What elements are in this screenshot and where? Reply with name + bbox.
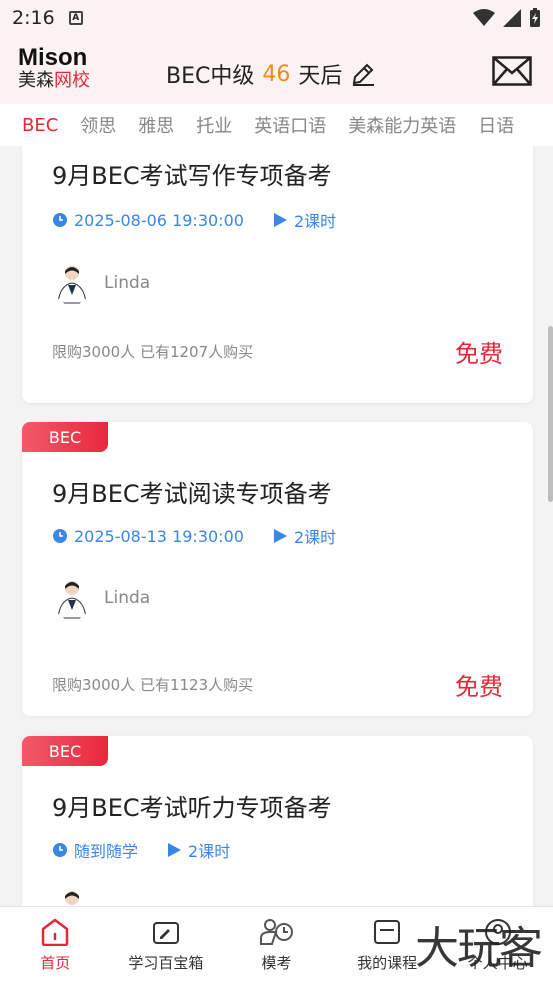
teacher-name: Linda — [104, 273, 151, 293]
mock-exam-icon — [260, 919, 294, 945]
clock-icon — [53, 843, 67, 857]
tab-toeic[interactable]: 托业 — [196, 112, 232, 138]
course-card[interactable]: 9月BEC考试写作专项备考 2025-08-06 19:30:00 2课时 Li… — [22, 146, 533, 403]
tab-linguaskill[interactable]: 领思 — [80, 112, 116, 138]
teacher-avatar — [65, 891, 79, 905]
play-icon — [273, 213, 287, 227]
nav-label: 学习百宝箱 — [128, 954, 204, 972]
category-tabs: BEC 领思 雅思 托业 英语口语 美森能力英语 日语 — [0, 104, 553, 146]
course-card[interactable]: BEC 9月BEC考试阅读专项备考 2025-08-13 19:30:00 2课… — [22, 422, 533, 716]
watermark-logo: 大玩客 — [415, 923, 543, 974]
home-icon — [42, 918, 69, 946]
course-list: 9月BEC考试写作专项备考 2025-08-06 19:30:00 2课时 Li… — [0, 146, 553, 906]
wifi-icon — [473, 9, 495, 26]
days-remaining: 46 — [262, 61, 291, 87]
teacher-name: Linda — [104, 588, 151, 608]
purchase-limit: 限购3000人 已有1207人购买 — [52, 343, 254, 361]
nav-label: 模考 — [261, 954, 292, 972]
play-icon — [168, 843, 182, 857]
edit-icon[interactable] — [350, 61, 376, 87]
mison-logo: Mison 美森网校 — [18, 46, 108, 96]
toolbox-icon — [152, 922, 179, 944]
course-card[interactable]: BEC 9月BEC考试听力专项备考 随到随学 2课时 — [22, 736, 533, 906]
exam-countdown[interactable]: BEC中级 46 天后 — [166, 58, 376, 90]
my-course-icon — [374, 920, 401, 944]
play-icon — [273, 529, 287, 543]
notification-a-icon: A — [68, 11, 83, 25]
course-duration: 2课时 — [293, 528, 337, 547]
signal-icon — [503, 9, 521, 27]
teacher-avatar — [57, 581, 87, 619]
nav-label: 首页 — [40, 954, 71, 972]
course-time: 2025-08-06 19:30:00 — [74, 210, 244, 230]
tab-mison-english[interactable]: 美森能力英语 — [348, 112, 456, 138]
course-title: 9月BEC考试阅读专项备考 — [52, 480, 332, 508]
app-header: Mison 美森网校 BEC中级 46 天后 — [0, 36, 553, 104]
status-time: 2:16 — [12, 7, 55, 29]
tab-spoken-english[interactable]: 英语口语 — [254, 112, 326, 138]
nav-home[interactable]: 首页 — [0, 907, 111, 984]
status-bar: 2:16 A — [0, 0, 553, 36]
category-tag: BEC — [22, 422, 108, 452]
tab-japanese[interactable]: 日语 — [478, 112, 514, 138]
tab-ielts[interactable]: 雅思 — [138, 112, 174, 138]
nav-mock-exam[interactable]: 模考 — [221, 907, 332, 984]
nav-toolbox[interactable]: 学习百宝箱 — [111, 907, 222, 984]
nav-label: 我的课程 — [357, 954, 418, 972]
course-duration: 2课时 — [293, 212, 337, 231]
mail-icon[interactable] — [492, 56, 532, 86]
tab-bec[interactable]: BEC — [22, 115, 58, 136]
course-duration: 2课时 — [188, 842, 231, 861]
course-price: 免费 — [455, 340, 503, 368]
logo-text-a: 美森 — [18, 70, 54, 91]
clock-icon — [53, 213, 67, 227]
category-tag: BEC — [22, 736, 108, 766]
course-title: 9月BEC考试听力专项备考 — [52, 794, 332, 822]
battery-icon — [530, 8, 540, 27]
teacher-avatar — [57, 266, 87, 304]
days-suffix: 天后 — [298, 64, 343, 89]
course-price: 免费 — [455, 673, 503, 701]
purchase-limit: 限购3000人 已有1123人购买 — [52, 676, 254, 694]
logo-wordmark: Mison — [18, 44, 88, 71]
exam-name: BEC中级 — [166, 64, 255, 89]
course-title: 9月BEC考试写作专项备考 — [52, 162, 332, 190]
course-time: 2025-08-13 19:30:00 — [74, 526, 244, 546]
clock-icon — [53, 529, 67, 543]
scrollbar[interactable] — [548, 326, 553, 502]
logo-text-b: 网校 — [54, 70, 90, 91]
course-time: 随到随学 — [74, 842, 139, 861]
